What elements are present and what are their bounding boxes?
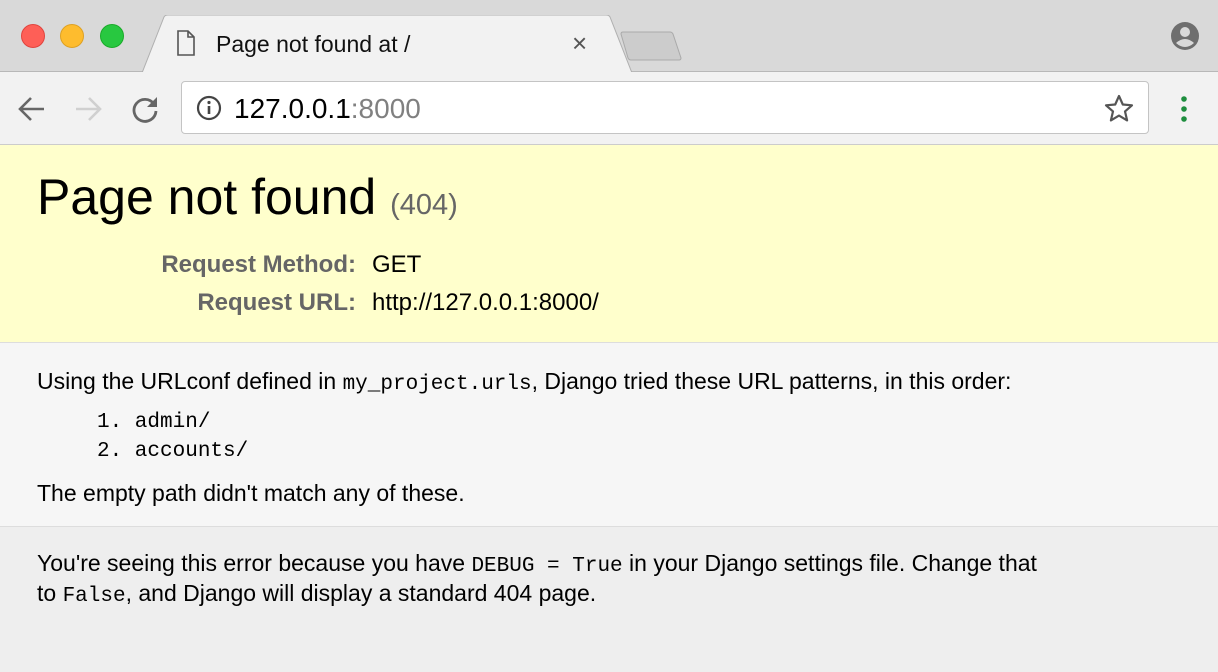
url-host: 127.0.0.1 — [234, 93, 351, 124]
explanation-section: You're seeing this error because you hav… — [0, 527, 1218, 672]
minimize-window-button[interactable] — [60, 24, 84, 48]
url-text[interactable]: 127.0.0.1:8000 — [234, 93, 421, 125]
address-bar[interactable]: 127.0.0.1:8000 — [181, 81, 1149, 134]
request-method-value: GET — [372, 251, 422, 278]
urlconf-name: my_project.urls — [342, 373, 532, 396]
status-code: (404) — [390, 189, 458, 221]
debug-setting-code: DEBUG = True — [471, 555, 623, 578]
tab-close-icon[interactable]: × — [572, 28, 587, 59]
url-port: :8000 — [350, 93, 421, 124]
no-match-message: The empty path didn't match any of these… — [37, 480, 465, 506]
info-icon[interactable] — [196, 95, 222, 121]
close-window-button[interactable] — [21, 24, 45, 48]
menu-icon[interactable] — [1180, 95, 1188, 123]
urlconf-prefix: Using the URLconf defined in — [37, 368, 343, 394]
toolbar: 127.0.0.1:8000 — [0, 72, 1218, 145]
reload-icon[interactable] — [131, 95, 159, 123]
summary-section: Page not found (404) Request Method: GET… — [0, 145, 1218, 343]
forward-icon[interactable] — [74, 96, 102, 122]
request-method-row: Request Method: GET — [0, 251, 1218, 289]
info-section: Using the URLconf defined in my_project.… — [0, 343, 1218, 527]
request-url-label: Request URL: — [197, 289, 356, 316]
profile-icon[interactable] — [1170, 21, 1200, 51]
request-method-label: Request Method: — [161, 251, 356, 278]
explanation-line-1: You're seeing this error because you hav… — [37, 550, 1037, 578]
page-icon — [177, 30, 195, 56]
explanation-text: to — [37, 580, 63, 606]
request-url-value: http://127.0.0.1:8000/ — [372, 289, 599, 316]
request-url-row: Request URL: http://127.0.0.1:8000/ — [0, 289, 1218, 327]
page-title: Page not found (404) — [37, 168, 458, 226]
urlconf-suffix: , Django tried these URL patterns, in th… — [531, 368, 1012, 394]
tab-title: Page not found at / — [216, 31, 411, 57]
new-tab-button[interactable] — [620, 31, 682, 61]
urlconf-message: Using the URLconf defined in my_project.… — [37, 368, 1011, 396]
bookmark-star-icon[interactable] — [1104, 94, 1134, 122]
explanation-line-2: to False, and Django will display a stan… — [37, 580, 596, 608]
url-pattern-item: 1. admin/ — [97, 411, 211, 434]
explanation-text: in your Django settings file. Change tha… — [622, 550, 1037, 576]
tab-strip: Page not found at / × — [0, 0, 1218, 73]
false-value-code: False — [62, 585, 126, 608]
title-text: Page not found — [37, 169, 377, 225]
back-icon[interactable] — [18, 96, 46, 122]
maximize-window-button[interactable] — [100, 24, 124, 48]
explanation-text: , and Django will display a standard 404… — [125, 580, 597, 606]
explanation-text: You're seeing this error because you hav… — [37, 550, 472, 576]
url-pattern-item: 2. accounts/ — [97, 440, 249, 463]
